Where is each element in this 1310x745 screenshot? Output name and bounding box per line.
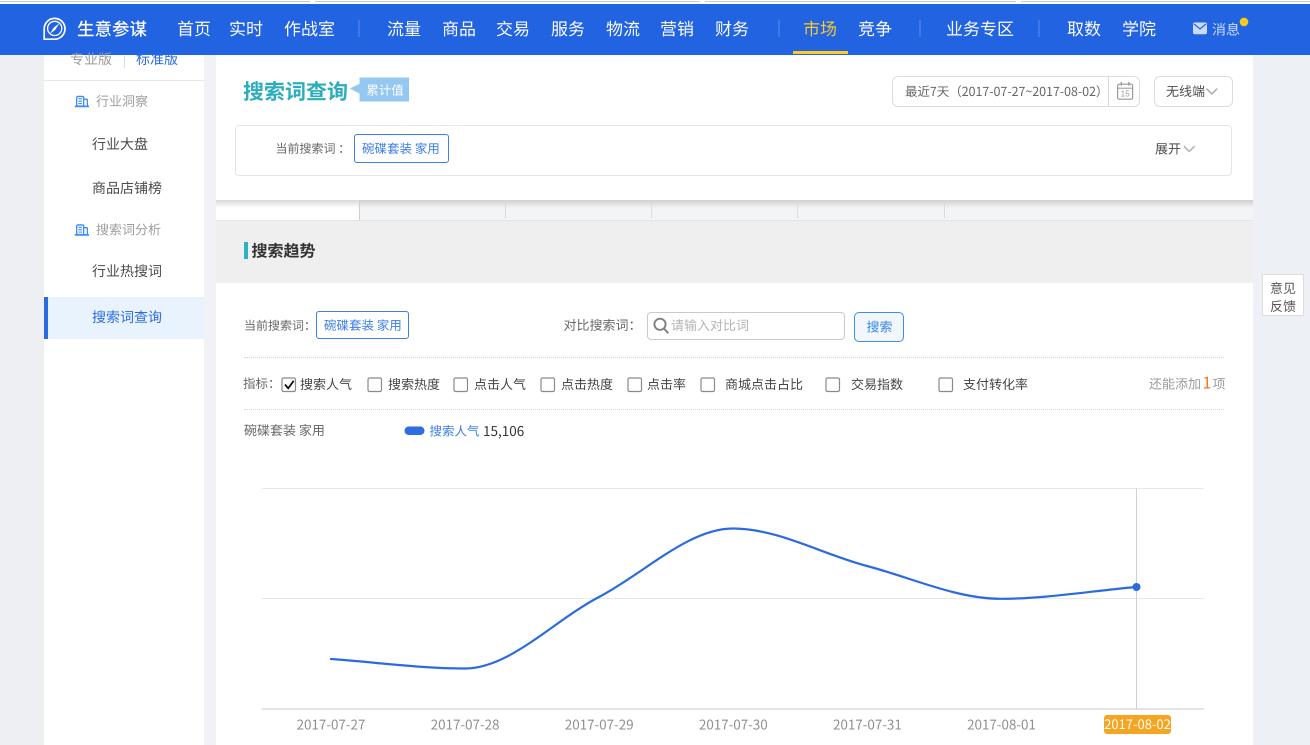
svg-text:15: 15	[1121, 90, 1131, 99]
